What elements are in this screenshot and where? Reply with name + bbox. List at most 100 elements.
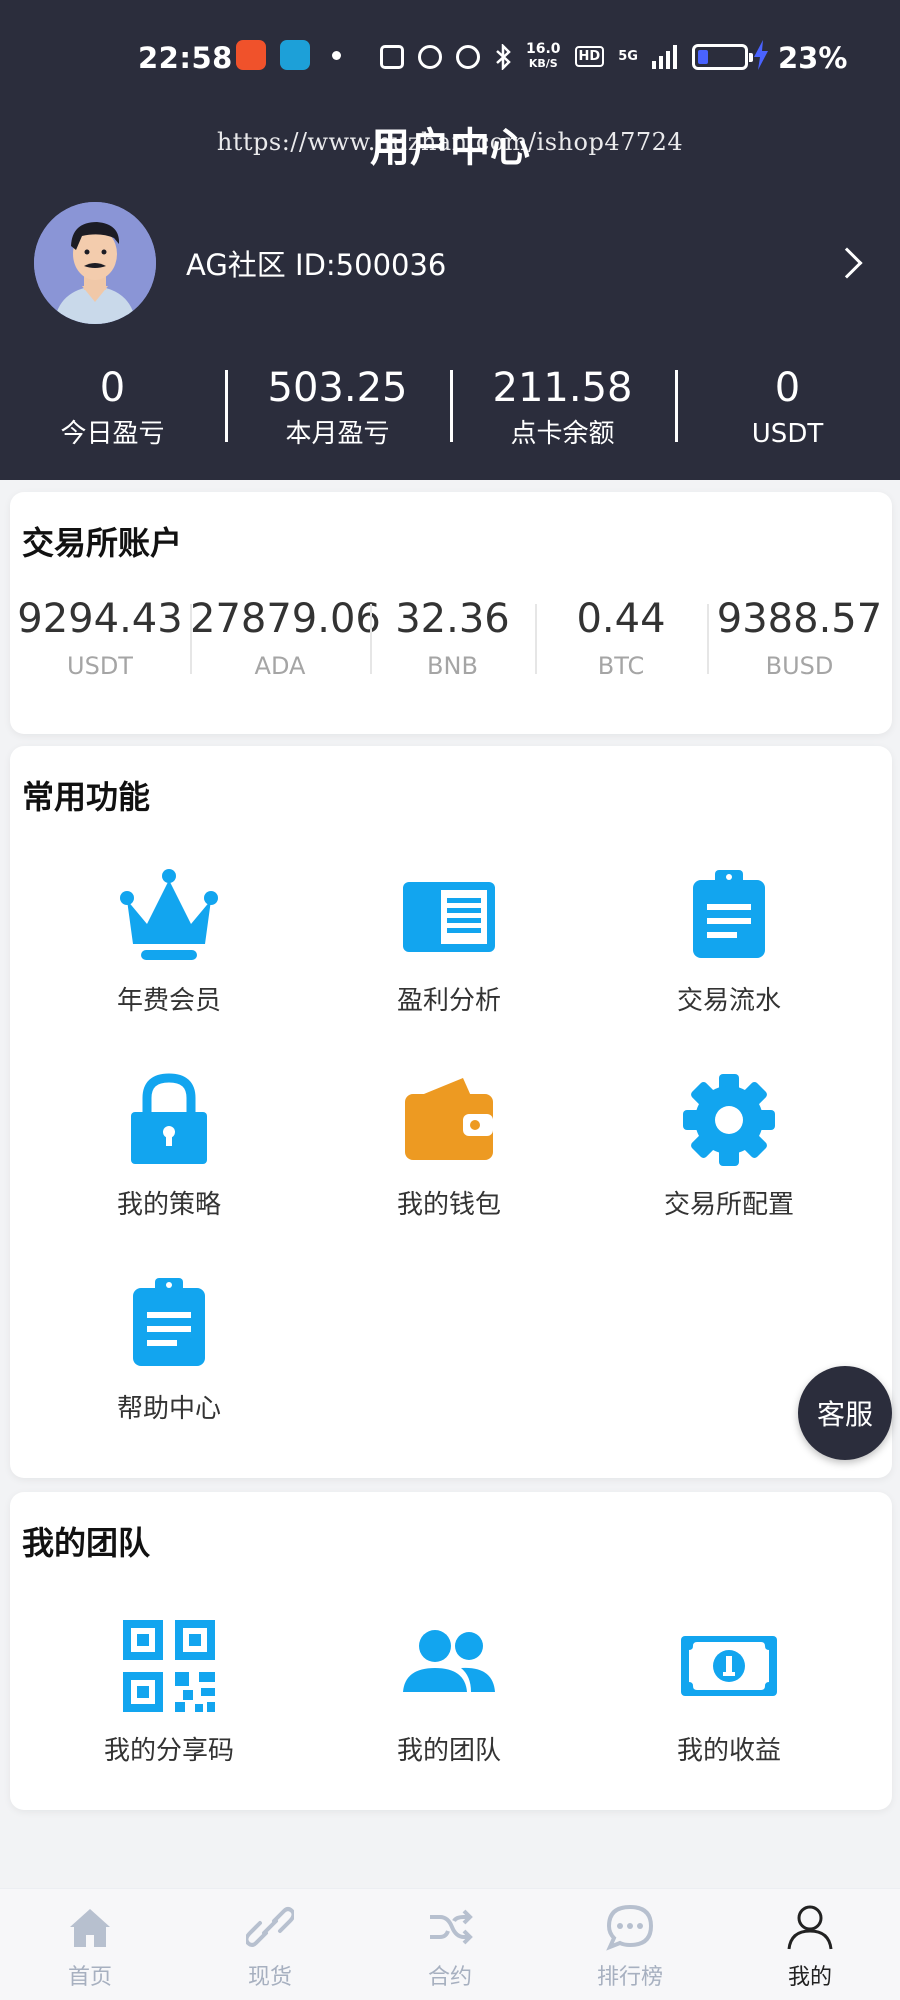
tile-label: 帮助中心	[116, 1394, 221, 1424]
alarm-icon	[418, 44, 442, 69]
app-notification-icon	[280, 40, 310, 70]
nav-home[interactable]: 首页	[0, 1889, 180, 2000]
watermark-text: https://www.huzhan.com/ishop47724	[216, 128, 684, 156]
charging-icon	[754, 40, 768, 70]
bluetooth-icon	[496, 43, 511, 70]
clipboard-icon	[133, 1278, 205, 1366]
status-time: 22:58	[138, 41, 233, 75]
balance-value: 9294.43	[17, 596, 183, 642]
nav-label: 首页	[67, 1965, 112, 1990]
nav-spot[interactable]: 现货	[180, 1889, 360, 2000]
balance-unit: BNB	[427, 652, 478, 680]
tile-label: 我的分享码	[103, 1736, 234, 1766]
tile-label: 交易流水	[676, 986, 781, 1016]
stat-value: 0	[774, 365, 801, 411]
balances-row: 9294.43 USDT 27879.06 ADA 32.36 BNB 0.44…	[10, 592, 892, 686]
stat-value: 0	[99, 365, 126, 411]
balance-unit: USDT	[67, 652, 133, 680]
tile-profit-analysis[interactable]: 盈利分析	[339, 866, 559, 1017]
tile-my-team[interactable]: 我的团队	[339, 1616, 559, 1767]
balance-unit: ADA	[254, 652, 306, 680]
header: 22:58 16.0 KB/S HD 5G 23% 用户中心 https://w…	[0, 0, 900, 480]
my-team-card: 我的团队 我的分享码 我的团队 我的收益	[10, 1492, 892, 1810]
stat-label: 今日盈亏	[60, 419, 165, 449]
avatar-illustration	[34, 202, 156, 324]
wallet-icon	[405, 1078, 493, 1160]
home-icon	[70, 1909, 110, 1947]
tile-label: 我的团队	[396, 1736, 501, 1766]
battery-level	[698, 50, 708, 64]
chat-icon	[606, 1904, 654, 1951]
stat-today-pnl: 0 今日盈亏	[0, 362, 225, 462]
customer-service-button[interactable]: 客服	[798, 1366, 892, 1460]
nav-label: 我的	[787, 1965, 832, 1990]
status-bar: 22:58 16.0 KB/S HD 5G 23%	[0, 36, 900, 80]
chevron-right-icon[interactable]	[831, 247, 863, 279]
card-title: 我的团队	[22, 1524, 151, 1562]
card-title: 交易所账户	[22, 524, 183, 562]
battery-icon	[692, 44, 753, 70]
book-icon	[403, 882, 495, 952]
tile-label: 我的钱包	[396, 1190, 501, 1220]
tile-transaction-history[interactable]: 交易流水	[619, 866, 839, 1017]
clipboard-icon	[693, 870, 765, 958]
stat-value: 211.58	[492, 365, 633, 411]
nav-mine[interactable]: 我的	[720, 1889, 900, 2000]
balance-btc[interactable]: 0.44 BTC	[535, 592, 707, 686]
balance-bnb[interactable]: 32.36 BNB	[370, 592, 535, 686]
network-speed-value: 16.0	[526, 41, 561, 57]
stat-card-balance: 211.58 点卡余额	[450, 362, 675, 462]
stat-value: 503.25	[267, 365, 408, 411]
balance-busd[interactable]: 9388.57 BUSD	[707, 592, 892, 686]
tile-my-strategy[interactable]: 我的策略	[59, 1070, 279, 1221]
avatar[interactable]	[34, 202, 156, 324]
network-type: 5G	[618, 49, 638, 64]
nfc-icon	[380, 44, 404, 69]
balance-value: 27879.06	[190, 596, 381, 642]
tile-exchange-config[interactable]: 交易所配置	[619, 1070, 839, 1221]
stat-month-pnl: 503.25 本月盈亏	[225, 362, 450, 462]
user-profile-row[interactable]: AG社区 ID:500036	[34, 202, 866, 324]
network-speed: 16.0 KB/S	[526, 42, 561, 71]
battery-percent: 23%	[778, 41, 848, 75]
tile-my-wallet[interactable]: 我的钱包	[339, 1070, 559, 1221]
lock-icon	[131, 1073, 207, 1164]
nav-label: 合约	[427, 1965, 472, 1990]
stat-label: 点卡余额	[510, 419, 615, 449]
tile-label: 交易所配置	[663, 1190, 794, 1220]
nav-contract[interactable]: 合约	[360, 1889, 540, 2000]
tile-my-earnings[interactable]: 我的收益	[619, 1616, 839, 1767]
tile-label: 我的策略	[116, 1190, 221, 1220]
signal-icon	[651, 44, 677, 69]
stat-usdt: 0 USDT	[675, 362, 900, 462]
network-speed-unit: KB/S	[528, 57, 558, 70]
card-title: 常用功能	[22, 778, 151, 816]
crown-icon	[120, 869, 218, 960]
tile-annual-membership[interactable]: 年费会员	[59, 866, 279, 1017]
nav-label: 排行榜	[596, 1965, 663, 1990]
balance-value: 0.44	[576, 596, 666, 642]
gear-icon	[683, 1074, 775, 1166]
tile-help-center[interactable]: 帮助中心	[59, 1274, 279, 1425]
tile-label: 盈利分析	[396, 986, 501, 1016]
qr-code-icon	[123, 1620, 215, 1712]
balance-value: 9388.57	[716, 596, 883, 642]
mute-icon	[456, 44, 480, 69]
more-notifications-dot-icon	[332, 51, 341, 60]
stat-label: 本月盈亏	[285, 419, 390, 449]
users-icon	[403, 1630, 495, 1692]
bottom-nav: 首页 现货 合约 排行榜 我的	[0, 1888, 900, 2000]
exchange-account-card: 交易所账户 9294.43 USDT 27879.06 ADA 32.36 BN…	[10, 492, 892, 734]
nav-leaderboard[interactable]: 排行榜	[540, 1889, 720, 2000]
balance-usdt[interactable]: 9294.43 USDT	[10, 592, 190, 686]
balance-unit: BUSD	[765, 652, 834, 680]
user-id-label: AG社区 ID:500036	[186, 248, 447, 282]
balance-ada[interactable]: 27879.06 ADA	[190, 592, 381, 686]
tile-label: 我的收益	[676, 1736, 781, 1766]
tile-share-code[interactable]: 我的分享码	[59, 1616, 279, 1767]
nav-label: 现货	[247, 1965, 292, 1990]
shuffle-icon	[430, 1909, 473, 1945]
money-icon	[681, 1636, 777, 1696]
tile-label: 年费会员	[116, 986, 221, 1016]
hd-badge: HD	[574, 46, 605, 67]
